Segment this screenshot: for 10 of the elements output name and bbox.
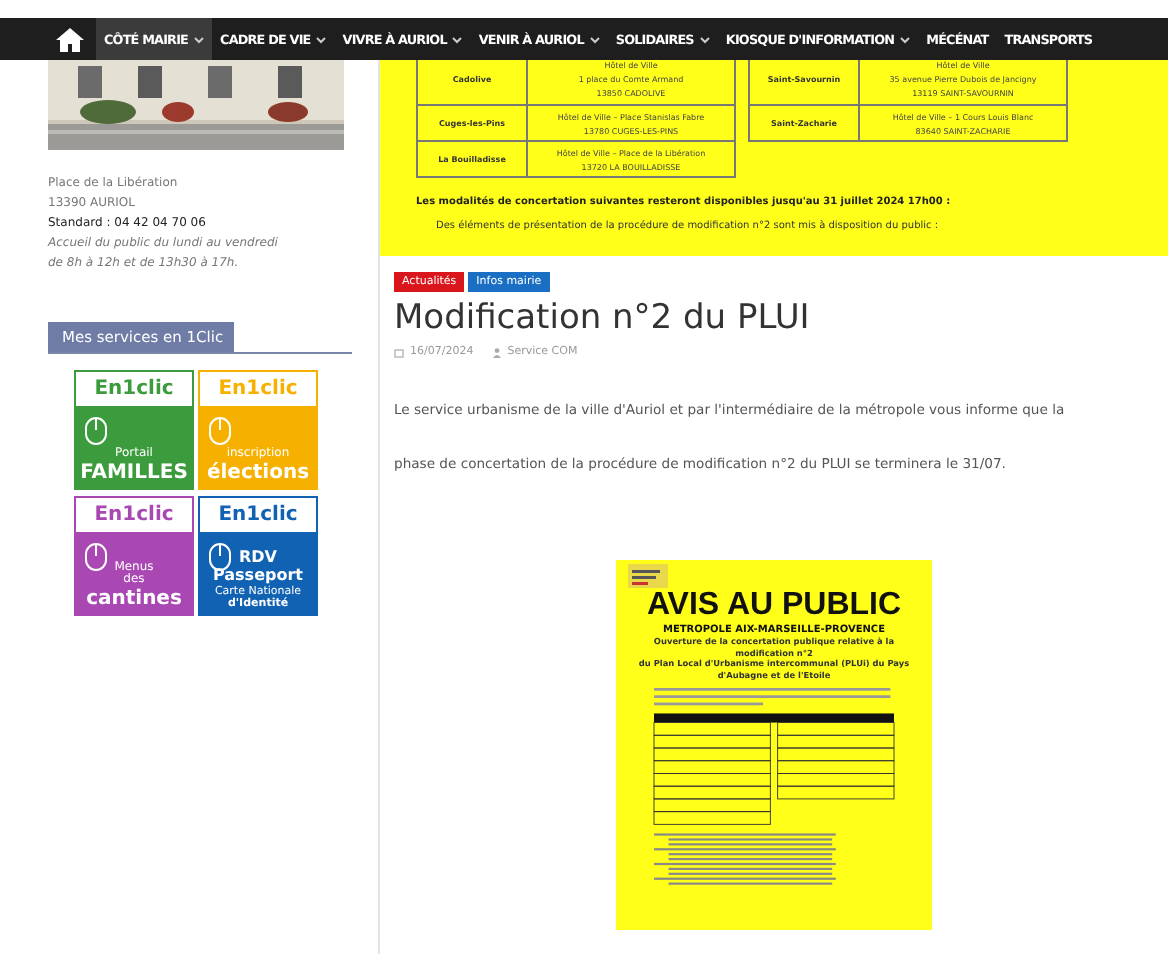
poster-heading: AVIS AU PUBLIC: [646, 588, 902, 624]
mouse-icon: [84, 540, 108, 572]
person-icon: [491, 347, 502, 357]
home-icon[interactable]: [56, 27, 84, 51]
mouse-icon: [208, 540, 232, 572]
article-title: Modification n°2 du PLUI: [394, 298, 812, 338]
logo-icon: [628, 564, 668, 588]
calendar-icon: [394, 347, 404, 357]
mouse-icon: [208, 414, 232, 446]
mouse-icon: [84, 414, 108, 446]
